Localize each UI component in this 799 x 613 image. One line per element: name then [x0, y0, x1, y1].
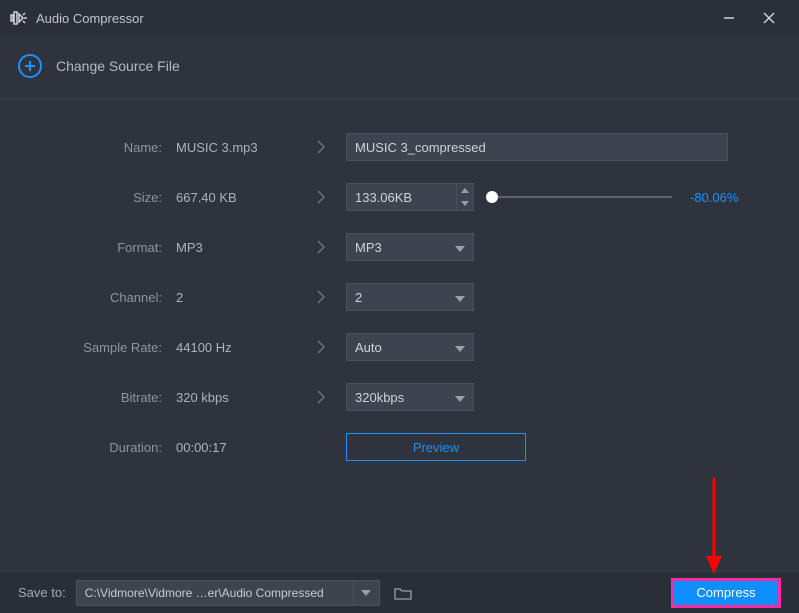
save-to-label: Save to: — [18, 585, 66, 600]
current-duration: 00:00:17 — [176, 440, 296, 455]
chevron-down-icon — [455, 340, 465, 355]
current-channel: 2 — [176, 290, 296, 305]
arrow-icon — [296, 140, 346, 154]
samplerate-select-value: Auto — [355, 340, 382, 355]
label-name: Name: — [26, 140, 176, 155]
samplerate-select[interactable]: Auto — [346, 333, 474, 361]
arrow-icon — [296, 240, 346, 254]
label-samplerate: Sample Rate: — [26, 340, 176, 355]
settings-form: Name: MUSIC 3.mp3 Size: 667.40 KB -80.06… — [0, 99, 799, 461]
current-samplerate: 44100 Hz — [176, 340, 296, 355]
chevron-down-icon — [455, 240, 465, 255]
current-format: MP3 — [176, 240, 296, 255]
save-path-display[interactable]: C:\Vidmore\Vidmore …er\Audio Compressed — [76, 580, 354, 606]
arrow-icon — [296, 340, 346, 354]
close-button[interactable] — [749, 0, 789, 36]
row-name: Name: MUSIC 3.mp3 — [26, 133, 773, 161]
format-select-value: MP3 — [355, 240, 382, 255]
format-select[interactable]: MP3 — [346, 233, 474, 261]
row-size: Size: 667.40 KB -80.06% — [26, 183, 773, 211]
size-step-down[interactable] — [457, 197, 473, 210]
size-percent: -80.06% — [690, 190, 738, 205]
bitrate-select[interactable]: 320kbps — [346, 383, 474, 411]
preview-button[interactable]: Preview — [346, 433, 526, 461]
size-slider-thumb[interactable] — [486, 191, 498, 203]
current-size: 667.40 KB — [176, 190, 296, 205]
size-input[interactable] — [346, 183, 456, 211]
arrow-icon — [296, 290, 346, 304]
row-channel: Channel: 2 2 — [26, 283, 773, 311]
app-title: Audio Compressor — [36, 11, 709, 26]
label-size: Size: — [26, 190, 176, 205]
change-source-label: Change Source File — [56, 58, 180, 74]
label-bitrate: Bitrate: — [26, 390, 176, 405]
arrow-icon — [296, 190, 346, 204]
compress-button[interactable]: Compress — [671, 578, 781, 608]
channel-select[interactable]: 2 — [346, 283, 474, 311]
bitrate-select-value: 320kbps — [355, 390, 404, 405]
save-path-dropdown[interactable] — [354, 580, 380, 606]
row-bitrate: Bitrate: 320 kbps 320kbps — [26, 383, 773, 411]
chevron-down-icon — [455, 290, 465, 305]
row-format: Format: MP3 MP3 — [26, 233, 773, 261]
row-duration: Duration: 00:00:17 Preview — [26, 433, 773, 461]
size-step-up[interactable] — [457, 184, 473, 197]
row-samplerate: Sample Rate: 44100 Hz Auto — [26, 333, 773, 361]
label-duration: Duration: — [26, 440, 176, 455]
folder-icon — [394, 586, 412, 600]
browse-folder-button[interactable] — [390, 580, 416, 606]
label-channel: Channel: — [26, 290, 176, 305]
title-bar: Audio Compressor — [0, 0, 799, 36]
name-input[interactable] — [346, 133, 728, 161]
change-source-row[interactable]: Change Source File — [0, 36, 799, 99]
size-spinner — [346, 183, 474, 211]
annotation-arrow — [704, 478, 724, 578]
size-slider[interactable] — [486, 196, 672, 198]
bottom-bar: Save to: C:\Vidmore\Vidmore …er\Audio Co… — [0, 571, 799, 613]
chevron-down-icon — [455, 390, 465, 405]
label-format: Format: — [26, 240, 176, 255]
channel-select-value: 2 — [355, 290, 362, 305]
current-bitrate: 320 kbps — [176, 390, 296, 405]
app-icon — [10, 11, 28, 25]
plus-circle-icon — [18, 54, 42, 78]
minimize-button[interactable] — [709, 0, 749, 36]
arrow-icon — [296, 390, 346, 404]
current-name: MUSIC 3.mp3 — [176, 140, 296, 155]
